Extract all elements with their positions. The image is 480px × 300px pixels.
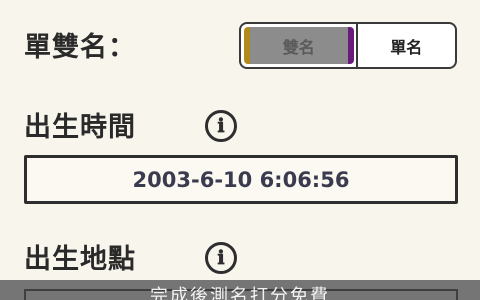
single-name-option[interactable]: 單名 (355, 24, 456, 67)
info-icon[interactable]: ℹ (205, 110, 237, 142)
birth-time-label: 出生時間 (24, 112, 136, 143)
bottom-action-bar[interactable]: 完成後測名打分免費 (0, 280, 480, 300)
double-name-option[interactable]: 雙名 (244, 27, 354, 64)
birth-place-label: 出生地點 (24, 244, 136, 275)
birth-time-field[interactable]: 2003-6-10 6:06:56 (24, 155, 458, 204)
name-type-label: 單雙名： (24, 32, 136, 63)
info-icon[interactable]: ℹ (205, 242, 237, 274)
name-type-toggle[interactable]: 雙名 單名 (239, 22, 457, 69)
bottom-bar-text: 完成後測名打分免費 (150, 286, 330, 300)
